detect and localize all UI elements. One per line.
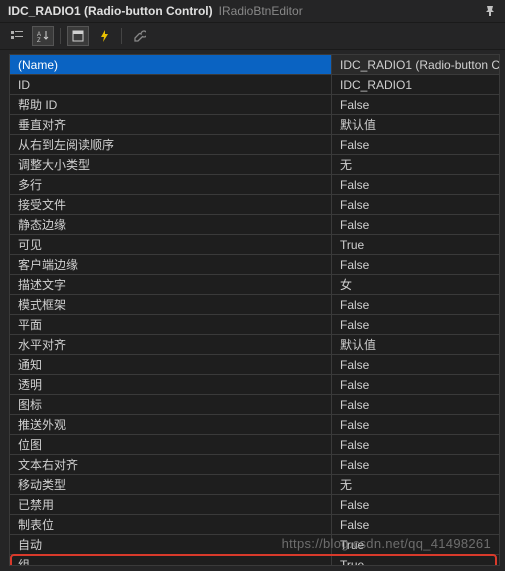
events-icon[interactable]: [93, 26, 115, 46]
property-value-cell[interactable]: False: [332, 395, 499, 415]
property-value-cell[interactable]: False: [332, 215, 499, 235]
property-row[interactable]: IDIDC_RADIO1: [10, 75, 499, 95]
property-value-cell[interactable]: False: [332, 195, 499, 215]
property-row[interactable]: 模式框架False: [10, 295, 499, 315]
property-value-cell[interactable]: False: [332, 255, 499, 275]
property-row[interactable]: 垂直对齐默认值: [10, 115, 499, 135]
property-value-cell[interactable]: False: [332, 95, 499, 115]
property-pages-icon[interactable]: [128, 26, 150, 46]
alphabetical-icon[interactable]: AZ: [32, 26, 54, 46]
property-value-cell[interactable]: 默认值: [332, 335, 499, 355]
panel-titlebar: IDC_RADIO1 (Radio-button Control) IRadio…: [0, 0, 505, 23]
property-name-cell[interactable]: 已禁用: [10, 495, 332, 515]
property-name-cell[interactable]: 帮助 ID: [10, 95, 332, 115]
property-value-cell[interactable]: 默认值: [332, 115, 499, 135]
property-name-cell[interactable]: 接受文件: [10, 195, 332, 215]
property-value-cell[interactable]: False: [332, 435, 499, 455]
property-name-cell[interactable]: 平面: [10, 315, 332, 335]
property-name-cell[interactable]: ID: [10, 75, 332, 95]
property-row[interactable]: 图标False: [10, 395, 499, 415]
property-value-cell[interactable]: 女: [332, 275, 499, 295]
property-name-cell[interactable]: 水平对齐: [10, 335, 332, 355]
property-row[interactable]: 透明False: [10, 375, 499, 395]
property-value-cell[interactable]: False: [332, 175, 499, 195]
property-value-cell[interactable]: False: [332, 375, 499, 395]
property-row[interactable]: 移动类型无: [10, 475, 499, 495]
property-value-cell[interactable]: False: [332, 295, 499, 315]
properties-panel: IDC_RADIO1 (Radio-button Control) IRadio…: [0, 0, 505, 571]
property-name-cell[interactable]: 自动: [10, 535, 332, 555]
property-value-cell[interactable]: False: [332, 455, 499, 475]
property-name-cell[interactable]: 从右到左阅读顺序: [10, 135, 332, 155]
property-name-cell[interactable]: 调整大小类型: [10, 155, 332, 175]
property-row[interactable]: 文本右对齐False: [10, 455, 499, 475]
property-name-cell[interactable]: (Name): [10, 55, 332, 75]
property-value-cell[interactable]: IDC_RADIO1 (Radio-button Co: [332, 55, 499, 75]
property-name-cell[interactable]: 文本右对齐: [10, 455, 332, 475]
property-row[interactable]: 已禁用False: [10, 495, 499, 515]
toolbar-separator: [121, 28, 122, 44]
properties-toolbar: AZ: [0, 23, 505, 50]
property-name-cell[interactable]: 制表位: [10, 515, 332, 535]
property-row[interactable]: 静态边缘False: [10, 215, 499, 235]
property-value-cell[interactable]: 无: [332, 155, 499, 175]
property-row[interactable]: 水平对齐默认值: [10, 335, 499, 355]
property-value-cell[interactable]: False: [332, 315, 499, 335]
property-value-cell[interactable]: True: [332, 555, 499, 566]
property-name-cell[interactable]: 模式框架: [10, 295, 332, 315]
property-value-cell[interactable]: IDC_RADIO1: [332, 75, 499, 95]
property-value-cell[interactable]: False: [332, 415, 499, 435]
property-name-cell[interactable]: 透明: [10, 375, 332, 395]
property-name-cell[interactable]: 客户端边缘: [10, 255, 332, 275]
property-name-cell[interactable]: 移动类型: [10, 475, 332, 495]
categorized-icon[interactable]: [6, 26, 28, 46]
panel-title-main: IDC_RADIO1 (Radio-button Control): [8, 4, 213, 18]
panel-title-sub: IRadioBtnEditor: [219, 4, 303, 18]
property-value-cell[interactable]: False: [332, 515, 499, 535]
property-row[interactable]: 推送外观False: [10, 415, 499, 435]
property-name-cell[interactable]: 推送外观: [10, 415, 332, 435]
property-row[interactable]: 位图False: [10, 435, 499, 455]
property-value-cell[interactable]: 无: [332, 475, 499, 495]
property-row[interactable]: (Name)IDC_RADIO1 (Radio-button Co: [10, 55, 499, 75]
property-name-cell[interactable]: 图标: [10, 395, 332, 415]
property-grid[interactable]: (Name)IDC_RADIO1 (Radio-button CoIDIDC_R…: [9, 54, 500, 566]
property-row[interactable]: 组True: [10, 555, 499, 566]
property-name-cell[interactable]: 垂直对齐: [10, 115, 332, 135]
property-row[interactable]: 制表位False: [10, 515, 499, 535]
property-row[interactable]: 从右到左阅读顺序False: [10, 135, 499, 155]
property-row[interactable]: 客户端边缘False: [10, 255, 499, 275]
pin-icon[interactable]: [483, 4, 497, 18]
property-row[interactable]: 描述文字女: [10, 275, 499, 295]
property-row[interactable]: 平面False: [10, 315, 499, 335]
property-value-cell[interactable]: True: [332, 235, 499, 255]
properties-icon[interactable]: [67, 26, 89, 46]
property-row[interactable]: 调整大小类型无: [10, 155, 499, 175]
property-name-cell[interactable]: 描述文字: [10, 275, 332, 295]
property-name-cell[interactable]: 多行: [10, 175, 332, 195]
property-name-cell[interactable]: 通知: [10, 355, 332, 375]
property-value-cell[interactable]: False: [332, 355, 499, 375]
property-name-cell[interactable]: 静态边缘: [10, 215, 332, 235]
svg-text:Z: Z: [37, 38, 41, 43]
property-row[interactable]: 可见True: [10, 235, 499, 255]
property-value-cell[interactable]: False: [332, 495, 499, 515]
property-value-cell[interactable]: True: [332, 535, 499, 555]
property-name-cell[interactable]: 可见: [10, 235, 332, 255]
property-row[interactable]: 自动True: [10, 535, 499, 555]
property-name-cell[interactable]: 位图: [10, 435, 332, 455]
property-row[interactable]: 多行False: [10, 175, 499, 195]
property-name-cell[interactable]: 组: [10, 555, 332, 566]
toolbar-separator: [60, 28, 61, 44]
property-row[interactable]: 通知False: [10, 355, 499, 375]
property-row[interactable]: 帮助 IDFalse: [10, 95, 499, 115]
property-value-cell[interactable]: False: [332, 135, 499, 155]
property-row[interactable]: 接受文件False: [10, 195, 499, 215]
